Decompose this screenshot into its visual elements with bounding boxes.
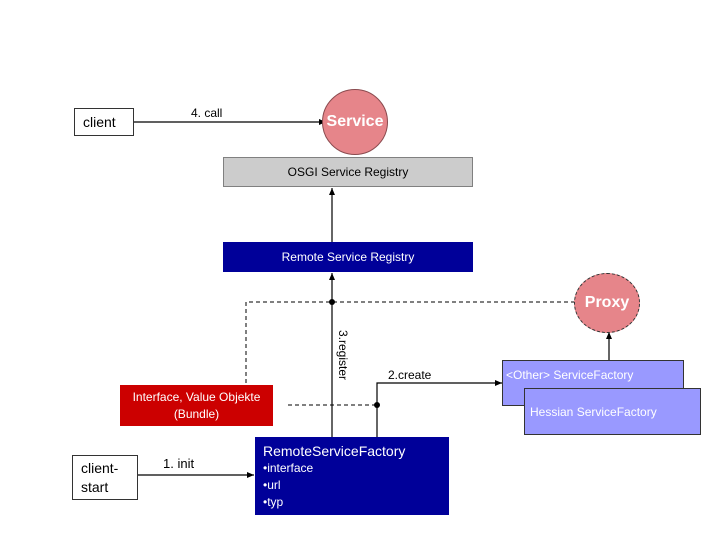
proxy-label: Proxy	[584, 294, 630, 311]
remote-registry-label: Remote Service Registry	[281, 250, 415, 264]
osgi-registry-label: OSGI Service Registry	[287, 165, 409, 179]
hessian-factory-label: Hessian ServiceFactory	[530, 404, 657, 419]
interface-bundle-line1: Interface, Value Objekte	[132, 389, 261, 404]
client-start-line2: start	[81, 478, 109, 495]
client-label: client	[83, 114, 116, 130]
osgi-service-registry[interactable]: OSGI Service Registry	[223, 157, 473, 187]
edge-label-call: 4. call	[191, 106, 223, 120]
rsf-title: RemoteServiceFactory	[263, 443, 406, 459]
client-node[interactable]: client	[74, 108, 134, 136]
edge-label-register: 3.register	[336, 330, 350, 381]
rsf-attribute: typ	[263, 494, 441, 511]
service-label: Service	[326, 113, 384, 130]
rsf-attribute: url	[263, 477, 441, 494]
remote-service-registry[interactable]: Remote Service Registry	[223, 242, 473, 272]
client-start-line1: client-	[81, 459, 119, 476]
interface-bundle-node[interactable]: Interface, Value Objekte (Bundle)	[120, 385, 273, 426]
client-start-node[interactable]: client- start	[72, 455, 138, 500]
rsf-attribute: interface	[263, 460, 441, 477]
remote-service-factory[interactable]: RemoteServiceFactory interface url typ	[255, 437, 449, 515]
service-node[interactable]: Service	[322, 89, 388, 155]
hessian-service-factory[interactable]: Hessian ServiceFactory	[524, 388, 701, 435]
edge-label-init: 1. init	[163, 456, 195, 471]
other-factory-label: <Other> ServiceFactory	[506, 368, 634, 382]
proxy-node[interactable]: Proxy	[574, 273, 640, 333]
junction-dot	[329, 299, 335, 305]
interface-bundle-line2: (Bundle)	[173, 406, 220, 421]
rsf-attributes: interface url typ	[263, 460, 441, 511]
edge-create	[376, 380, 502, 437]
edge-label-create: 2.create	[388, 368, 432, 382]
